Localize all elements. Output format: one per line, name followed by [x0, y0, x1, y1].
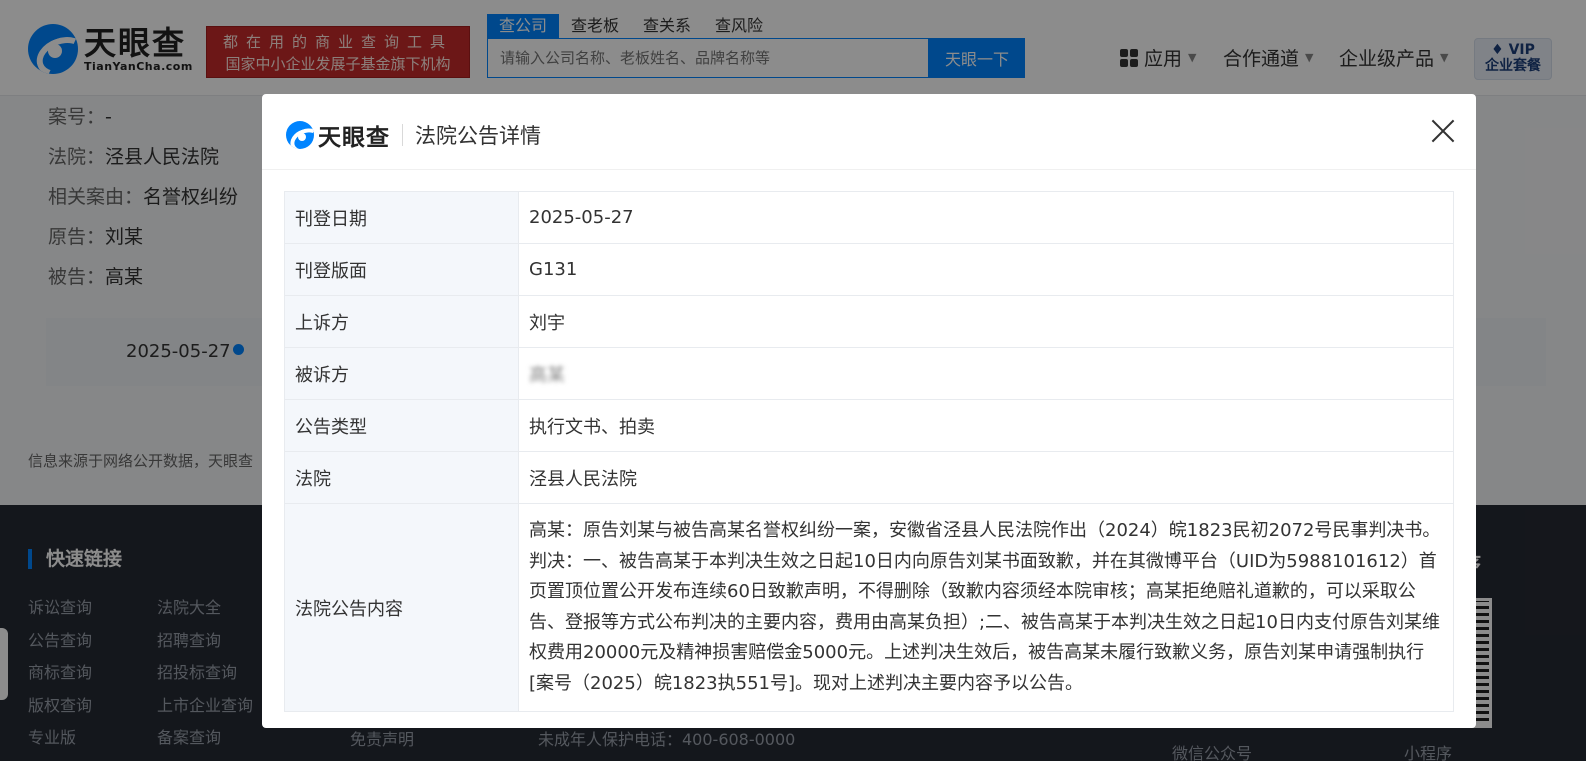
row-label: 公告类型: [284, 399, 519, 452]
row-label: 刊登日期: [284, 191, 519, 244]
modal-title: 法院公告详情: [415, 124, 541, 148]
table-row: 上诉方 刘宇: [284, 295, 1454, 348]
masked-name: 高某: [529, 364, 565, 386]
eye-logo-icon: [286, 121, 314, 149]
modal-logo: 天眼查 法院公告详情: [286, 118, 541, 152]
table-row: 刊登版面 G131: [284, 243, 1454, 296]
row-value: 泾县人民法院: [518, 451, 1454, 504]
row-label: 上诉方: [284, 295, 519, 348]
modal-header: 天眼查 法院公告详情: [262, 94, 1476, 170]
row-value: 执行文书、拍卖: [518, 399, 1454, 452]
row-value: G131: [518, 243, 1454, 296]
row-label: 刊登版面: [284, 243, 519, 296]
notice-detail-table: 刊登日期 2025-05-27 刊登版面 G131 上诉方 刘宇 被诉方 高某 …: [284, 191, 1454, 712]
notice-content: 高某：原告刘某与被告高某名誉权纠纷一案，安徽省泾县人民法院作出（2024）皖18…: [518, 503, 1454, 712]
row-value: 2025-05-27: [518, 191, 1454, 244]
row-label: 被诉方: [284, 347, 519, 400]
table-row: 法院公告内容 高某：原告刘某与被告高某名誉权纠纷一案，安徽省泾县人民法院作出（2…: [284, 503, 1454, 712]
table-row: 被诉方 高某: [284, 347, 1454, 400]
header-divider: [402, 124, 403, 146]
table-row: 刊登日期 2025-05-27: [284, 191, 1454, 244]
row-value: 高某: [518, 347, 1454, 400]
court-notice-modal: 天眼查 法院公告详情 刊登日期 2025-05-27 刊登版面 G131 上诉方…: [262, 94, 1476, 728]
modal-logo-text: 天眼查: [318, 125, 390, 151]
row-label: 法院公告内容: [284, 503, 519, 712]
table-row: 公告类型 执行文书、拍卖: [284, 399, 1454, 452]
table-row: 法院 泾县人民法院: [284, 451, 1454, 504]
row-label: 法院: [284, 451, 519, 504]
close-icon[interactable]: [1430, 118, 1456, 144]
row-value: 刘宇: [518, 295, 1454, 348]
